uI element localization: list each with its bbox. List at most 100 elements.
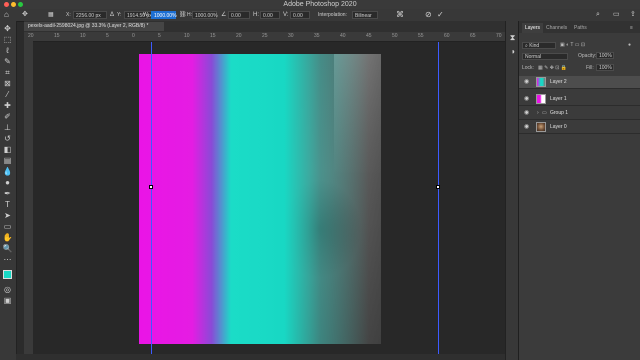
- layer-thumbnail: [536, 122, 546, 132]
- layer-name[interactable]: Layer 1: [550, 93, 567, 106]
- ruler-tick-label: 20: [236, 33, 242, 39]
- ruler-tick-label: 70: [496, 33, 502, 39]
- ruler-tick-label: 55: [418, 33, 424, 39]
- ruler-tick-label: 30: [288, 33, 294, 39]
- blur-tool-icon[interactable]: 💧: [2, 167, 13, 177]
- fill-field[interactable]: 100%: [596, 64, 614, 71]
- stamp-tool-icon[interactable]: ⊥: [2, 123, 13, 133]
- zoom-tool-icon[interactable]: 🔍: [2, 244, 13, 254]
- y-label: Y:: [117, 12, 122, 18]
- ruler-tick-label: 45: [366, 33, 372, 39]
- warp-icon[interactable]: ⌘: [396, 9, 404, 21]
- layer-name[interactable]: Layer 0: [550, 121, 567, 134]
- lasso-tool-icon[interactable]: ℓ: [2, 46, 13, 56]
- quick-mask-icon[interactable]: ◎: [2, 285, 13, 295]
- interpolation-label: Interpolation:: [318, 12, 347, 18]
- angle-icon: ∠: [221, 12, 227, 18]
- home-icon[interactable]: ⌂: [4, 9, 9, 21]
- ruler-tick-label: 35: [314, 33, 320, 39]
- layer-row-layer-0[interactable]: ◉ Layer 0: [519, 121, 640, 134]
- path-select-tool-icon[interactable]: ➤: [2, 211, 13, 221]
- frame-tool-icon[interactable]: ⊠: [2, 79, 13, 89]
- document-canvas[interactable]: [139, 54, 381, 344]
- crop-tool-icon[interactable]: ⌗: [2, 68, 13, 78]
- lock-label: Lock:: [522, 65, 534, 71]
- ruler-tick-label: 50: [392, 33, 398, 39]
- layer-name[interactable]: Layer 2: [550, 76, 567, 89]
- hand-tool-icon[interactable]: ✋: [2, 233, 13, 243]
- gradient-tool-icon[interactable]: ▤: [2, 156, 13, 166]
- tools-panel: ✥ ⬚ ℓ ✎ ⌗ ⊠ ⁄ ✚ ✐ ⊥ ↺ ◧ ▤ 💧 ● ✒ T ➤ ▭ ✋ …: [0, 21, 17, 360]
- quick-select-tool-icon[interactable]: ✎: [2, 57, 13, 67]
- relative-position-icon[interactable]: Δ: [110, 9, 114, 21]
- guide-line-right[interactable]: [438, 42, 439, 360]
- interpolation-select[interactable]: Bilinear: [352, 11, 378, 19]
- filter-kind-label: Kind: [529, 43, 540, 49]
- layer-name[interactable]: Group 1: [550, 107, 568, 120]
- foreground-color-swatch[interactable]: [3, 270, 12, 279]
- guide-line-left[interactable]: [151, 42, 152, 360]
- layer-row-layer-2[interactable]: ◉ Layer 2: [519, 76, 640, 89]
- cancel-transform-icon[interactable]: ⊘: [425, 9, 432, 21]
- horizontal-skew-field[interactable]: 0.00: [260, 11, 280, 19]
- x-position-field[interactable]: 2256.00 px: [73, 11, 107, 19]
- marquee-tool-icon[interactable]: ⬚: [2, 35, 13, 45]
- group-expand-chevron-icon[interactable]: ›: [537, 107, 539, 120]
- layer-filter-kind-select[interactable]: ⌕ Kind: [522, 42, 556, 49]
- ruler-tick-label: 25: [262, 33, 268, 39]
- history-panel-icon[interactable]: ⧗: [507, 33, 518, 43]
- history-brush-tool-icon[interactable]: ↺: [2, 134, 13, 144]
- move-tool-icon[interactable]: ✥: [2, 24, 13, 34]
- ruler-tick-label: 65: [470, 33, 476, 39]
- screen-mode-icon[interactable]: ▣: [2, 296, 13, 306]
- transform-handle-left[interactable]: [149, 185, 153, 189]
- visibility-eye-icon[interactable]: ◉: [524, 79, 530, 85]
- workspace-icon[interactable]: ▭: [613, 9, 620, 21]
- visibility-eye-icon[interactable]: ◉: [524, 110, 530, 116]
- window-title: Adobe Photoshop 2020: [283, 1, 357, 8]
- layer-thumbnail: [536, 77, 546, 87]
- dodge-tool-icon[interactable]: ●: [2, 178, 13, 188]
- share-icon[interactable]: ⇪: [630, 9, 636, 21]
- visibility-eye-icon[interactable]: ◉: [524, 96, 530, 102]
- eyedropper-tool-icon[interactable]: ⁄: [2, 90, 13, 100]
- ruler-tick-label: 5: [158, 33, 161, 39]
- tab-paths[interactable]: Paths: [571, 23, 590, 33]
- ruler-tick-label: 0: [132, 33, 135, 39]
- shape-tool-icon[interactable]: ▭: [2, 222, 13, 232]
- ruler-tick-label: 10: [80, 33, 86, 39]
- vertical-skew-field[interactable]: 0.00: [290, 11, 310, 19]
- type-tool-icon[interactable]: T: [2, 200, 13, 210]
- opacity-field[interactable]: 100%: [596, 52, 614, 59]
- transform-handle-right[interactable]: [436, 185, 440, 189]
- height-field[interactable]: 1000.00%: [192, 11, 218, 19]
- gradient-overlay-layer: [139, 54, 381, 344]
- ruler-tick-label: 20: [28, 33, 34, 39]
- healing-brush-tool-icon[interactable]: ✚: [2, 101, 13, 111]
- visibility-eye-icon[interactable]: ◉: [524, 124, 530, 130]
- eraser-tool-icon[interactable]: ◧: [2, 145, 13, 155]
- horizontal-ruler[interactable]: 20 15 10 5 0 5 10 15 20 25 30 35 40 45 50 55 60 65 70: [24, 32, 518, 42]
- panel-menu-icon[interactable]: ≡: [630, 25, 633, 31]
- search-icon[interactable]: ⌕: [596, 9, 600, 21]
- adjustments-panel-icon[interactable]: ◑: [507, 47, 518, 57]
- brush-tool-icon[interactable]: ✐: [2, 112, 13, 122]
- move-tool-icon[interactable]: ✥: [22, 9, 28, 21]
- layer-row-group-1[interactable]: ◉ › ▭ Group 1: [519, 107, 640, 120]
- pen-tool-icon[interactable]: ✒: [2, 189, 13, 199]
- more-tools-icon[interactable]: ⋯: [2, 255, 13, 265]
- filter-toggle-icon[interactable]: ●: [628, 42, 631, 48]
- blend-mode-select[interactable]: Normal: [522, 53, 568, 60]
- tab-layers[interactable]: Layers: [522, 23, 544, 33]
- link-icon[interactable]: ⛓: [179, 9, 187, 21]
- tab-channels[interactable]: Channels: [543, 23, 570, 33]
- lock-icons[interactable]: ▦ ✎ ✥ ⊡ 🔒: [538, 65, 567, 71]
- layer-thumbnail: [536, 94, 546, 104]
- rotation-field[interactable]: 0.00: [228, 11, 250, 19]
- reference-point-icon[interactable]: ▦: [48, 9, 54, 21]
- layer-row-layer-1[interactable]: ◉ Layer 1: [519, 93, 640, 106]
- width-field[interactable]: 1000.00%: [151, 11, 177, 19]
- commit-transform-icon[interactable]: ✓: [437, 9, 444, 21]
- filter-icons[interactable]: ▣ ◐ T ▭ ⊡: [560, 42, 585, 48]
- document-tab[interactable]: pexels-aadil-2598024.jpg @ 33.3% (Layer …: [24, 22, 164, 31]
